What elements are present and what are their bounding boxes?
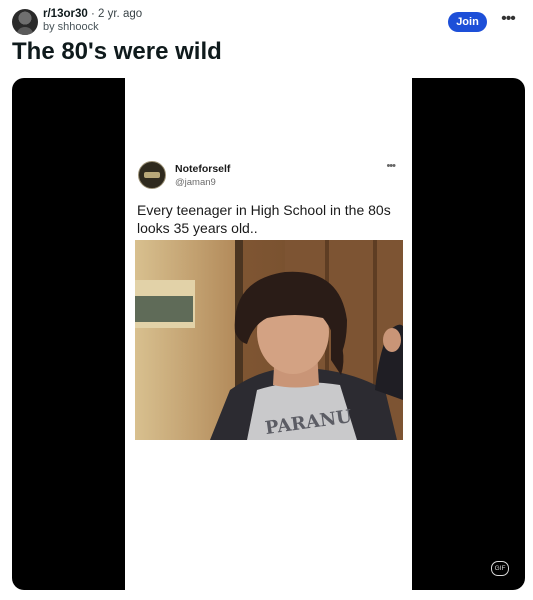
gif-badge: GIF [491, 561, 509, 576]
tweet-more-icon: ••• [386, 160, 396, 172]
post-meta: r/13or30 · 2 yr. ago by shhoock [43, 8, 142, 34]
tweet-text: Every teenager in High School in the 80s… [137, 202, 391, 236]
teen-photo-image: PARANU [135, 240, 403, 440]
more-options-icon[interactable]: ••• [497, 11, 519, 32]
post-header: r/13or30 · 2 yr. ago by shhoock Join ••• [10, 8, 523, 38]
tweet-author-handle: @jaman9 [175, 177, 216, 188]
post-title[interactable]: The 80's were wild [12, 38, 222, 66]
media-player[interactable]: Noteforself @jaman9 ••• Every teenager i… [12, 78, 525, 590]
tweet-author-avatar [138, 161, 166, 189]
subreddit-avatar[interactable] [12, 9, 38, 35]
meta-separator: · [90, 8, 95, 20]
subreddit-link[interactable]: r/13or30 [43, 8, 88, 20]
tweet-photo: PARANU [135, 240, 403, 440]
post-time: 2 yr. ago [98, 8, 143, 20]
meta-line: r/13or30 · 2 yr. ago [43, 8, 142, 21]
tweet-screenshot: Noteforself @jaman9 ••• Every teenager i… [125, 78, 412, 590]
tweet-author-name: Noteforself [175, 163, 231, 175]
author-byline[interactable]: by shhoock [43, 21, 142, 34]
join-button[interactable]: Join [448, 12, 487, 32]
